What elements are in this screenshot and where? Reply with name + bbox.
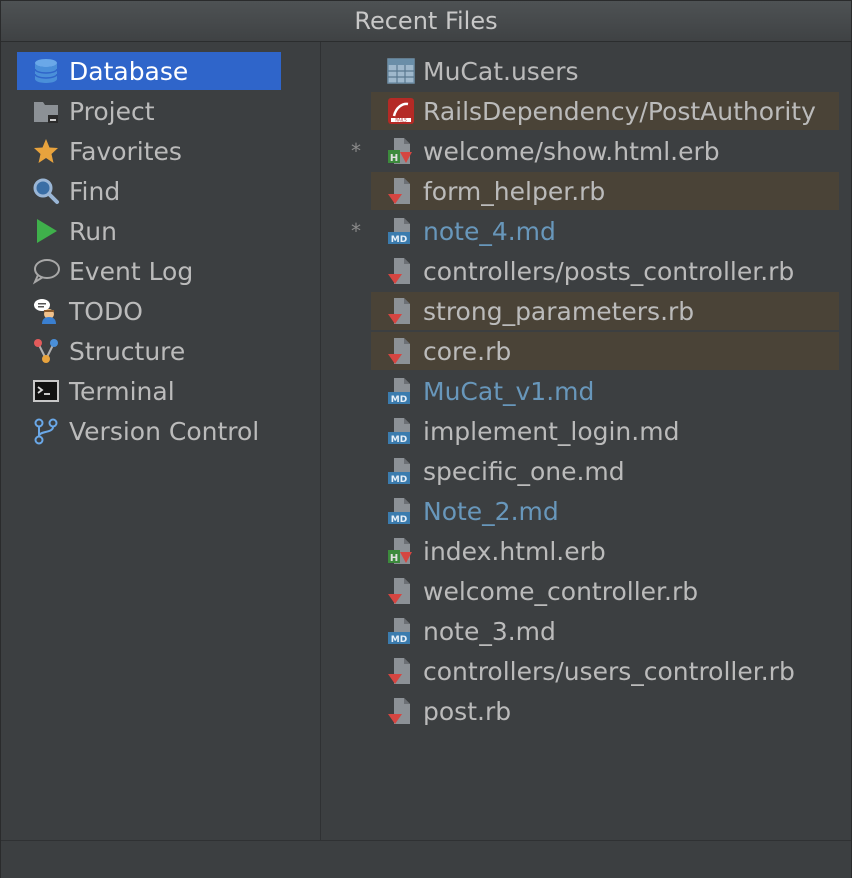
file-name: note_3.md (423, 616, 556, 646)
tool-window-favorites[interactable]: Favorites (17, 132, 281, 170)
svg-text:MD: MD (391, 635, 407, 645)
recent-file-item[interactable]: form_helper.rb (371, 172, 839, 210)
todo-icon (31, 296, 61, 326)
svg-text:MD: MD (391, 395, 407, 405)
file-name: MuCat_v1.md (423, 376, 595, 406)
project-folder-icon (31, 96, 61, 126)
file-name: implement_login.md (423, 416, 680, 446)
file-name: welcome/show.html.erb (423, 136, 720, 166)
recent-file-item[interactable]: H index.html.erb (371, 532, 839, 570)
recent-files-list: MuCat.users RAILS RailsDependency/PostAu… (321, 42, 851, 840)
tool-window-structure[interactable]: Structure (17, 332, 281, 370)
recent-file-item[interactable]: MD implement_login.md (371, 412, 839, 450)
markdown-file-icon: MD (385, 415, 417, 447)
ruby-file-icon (385, 175, 417, 207)
markdown-file-icon: MD (385, 375, 417, 407)
version-control-icon (31, 416, 61, 446)
recent-file-item[interactable]: MD note_4.md (371, 212, 839, 250)
file-name: index.html.erb (423, 536, 606, 566)
svg-text:MD: MD (391, 515, 407, 525)
recent-file-item[interactable]: strong_parameters.rb (371, 292, 839, 330)
database-icon (31, 56, 61, 86)
file-name: post.rb (423, 696, 512, 726)
recent-file-item[interactable]: controllers/users_controller.rb (371, 652, 839, 690)
svg-text:H: H (390, 153, 398, 164)
recent-file-item[interactable]: MuCat.users (371, 52, 839, 90)
ruby-file-icon (385, 335, 417, 367)
speech-bubble-icon (31, 256, 61, 286)
recent-file-item[interactable]: post.rb (371, 692, 839, 730)
popup-title: Recent Files (1, 1, 851, 42)
modified-marker: * (351, 139, 361, 163)
file-name: Note_2.md (423, 496, 559, 526)
erb-file-icon: H (385, 135, 417, 167)
markdown-file-icon: MD (385, 215, 417, 247)
markdown-file-icon: MD (385, 455, 417, 487)
svg-text:RAILS: RAILS (395, 118, 407, 123)
file-name: controllers/posts_controller.rb (423, 256, 795, 286)
tool-window-label: Find (69, 176, 121, 206)
recent-file-item[interactable]: MD specific_one.md (371, 452, 839, 490)
modified-marker: * (351, 219, 361, 243)
file-name: MuCat.users (423, 56, 579, 86)
tool-window-label: Database (69, 56, 189, 86)
structure-icon (31, 336, 61, 366)
tool-window-terminal[interactable]: Terminal (17, 372, 281, 410)
tool-window-event-log[interactable]: Event Log (17, 252, 281, 290)
file-name: core.rb (423, 336, 512, 366)
db-table-icon (385, 55, 417, 87)
tool-window-project[interactable]: Project (17, 92, 281, 130)
tool-window-version-control[interactable]: Version Control (17, 412, 281, 450)
file-name: RailsDependency/PostAuthority (423, 96, 816, 126)
file-name: welcome_controller.rb (423, 576, 699, 606)
tool-window-database[interactable]: Database (17, 52, 281, 90)
erb-file-icon: H (385, 535, 417, 567)
tool-window-label: Favorites (69, 136, 182, 166)
tool-window-label: Version Control (69, 416, 260, 446)
rails-icon: RAILS (385, 95, 417, 127)
recent-file-item[interactable]: MD MuCat_v1.md (371, 372, 839, 410)
magnifier-icon (31, 176, 61, 206)
recent-file-item[interactable]: controllers/posts_controller.rb (371, 252, 839, 290)
recent-file-item[interactable]: MD note_3.md (371, 612, 839, 650)
ruby-file-icon (385, 295, 417, 327)
tool-window-label: Terminal (69, 376, 175, 406)
ruby-file-icon (385, 695, 417, 727)
file-name: controllers/users_controller.rb (423, 656, 795, 686)
ruby-file-icon (385, 655, 417, 687)
recent-file-item[interactable]: RAILS RailsDependency/PostAuthority (371, 92, 839, 130)
ruby-file-icon (385, 255, 417, 287)
tool-window-label: Structure (69, 336, 186, 366)
terminal-icon (31, 376, 61, 406)
recent-file-item[interactable]: H welcome/show.html.erb (371, 132, 839, 170)
tool-window-todo[interactable]: TODO (17, 292, 281, 330)
popup-footer (1, 840, 851, 878)
tool-window-label: Event Log (69, 256, 194, 286)
svg-text:MD: MD (391, 235, 407, 245)
svg-text:MD: MD (391, 435, 407, 445)
markdown-file-icon: MD (385, 615, 417, 647)
file-name: strong_parameters.rb (423, 296, 695, 326)
svg-text:H: H (390, 553, 398, 564)
svg-text:MD: MD (391, 475, 407, 485)
tool-window-find[interactable]: Find (17, 172, 281, 210)
file-name: form_helper.rb (423, 176, 606, 206)
tool-window-label: TODO (69, 296, 143, 326)
recent-files-popup: Recent Files Database Project Favorites … (0, 0, 852, 878)
markdown-file-icon: MD (385, 495, 417, 527)
tool-window-label: Project (69, 96, 155, 126)
file-name: note_4.md (423, 216, 556, 246)
tool-window-label: Run (69, 216, 117, 246)
recent-file-item[interactable]: MD Note_2.md (371, 492, 839, 530)
run-icon (31, 216, 61, 246)
ruby-file-icon (385, 575, 417, 607)
tool-windows-list: Database Project Favorites Find Run Even… (1, 42, 319, 840)
tool-window-run[interactable]: Run (17, 212, 281, 250)
star-icon (31, 136, 61, 166)
recent-file-item[interactable]: core.rb (371, 332, 839, 370)
file-name: specific_one.md (423, 456, 625, 486)
recent-file-item[interactable]: welcome_controller.rb (371, 572, 839, 610)
